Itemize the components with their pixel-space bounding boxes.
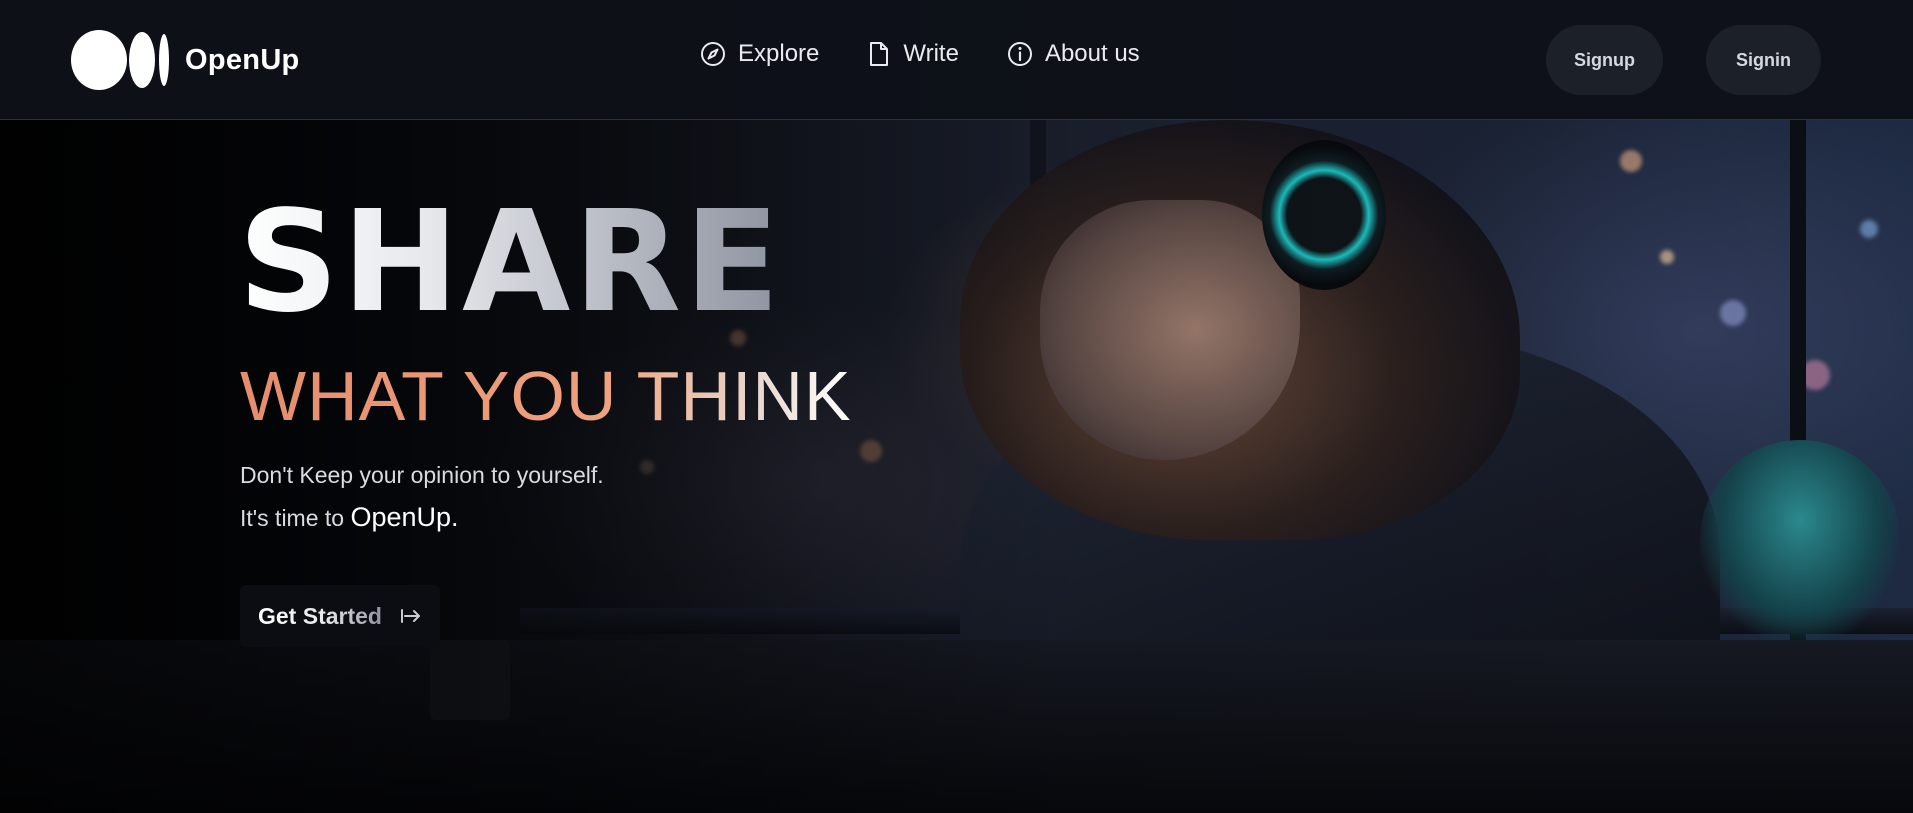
nav-about-us-label: About us (1044, 40, 1140, 67)
navbar: OpenUp Explore Write About us Signup Sig… (0, 0, 1913, 120)
hero-subtitle: WHAT YOU THINK (240, 357, 852, 435)
nav-links: Explore Write About us (700, 40, 1188, 68)
nav-about-us[interactable]: About us (1007, 40, 1140, 68)
logo-mark-icon (71, 30, 171, 90)
signin-button[interactable]: Signin (1706, 25, 1821, 95)
signup-button[interactable]: Signup (1546, 25, 1663, 95)
hero-tagline-line1: Don't Keep your opinion to yourself. (240, 462, 604, 488)
hero-tagline-line2: It's time to OpenUp. (240, 502, 459, 533)
hero-tagline-prefix: It's time to (240, 505, 351, 531)
document-icon (870, 42, 889, 66)
nav-write-label: Write (903, 40, 959, 67)
arrow-right-from-bar-icon (400, 609, 420, 623)
hero-tagline-brand: OpenUp. (350, 502, 459, 532)
compass-icon (701, 42, 725, 66)
nav-explore-label: Explore (738, 40, 820, 67)
brand-name: OpenUp (185, 43, 300, 76)
get-started-label: Get Started (258, 602, 382, 629)
logo[interactable]: OpenUp (71, 30, 300, 90)
nav-explore[interactable]: Explore (700, 40, 819, 68)
nav-write[interactable]: Write (867, 40, 959, 68)
hero-title: SHARE (238, 181, 783, 344)
get-started-button[interactable]: Get Started (240, 585, 440, 647)
info-icon (1007, 42, 1032, 66)
